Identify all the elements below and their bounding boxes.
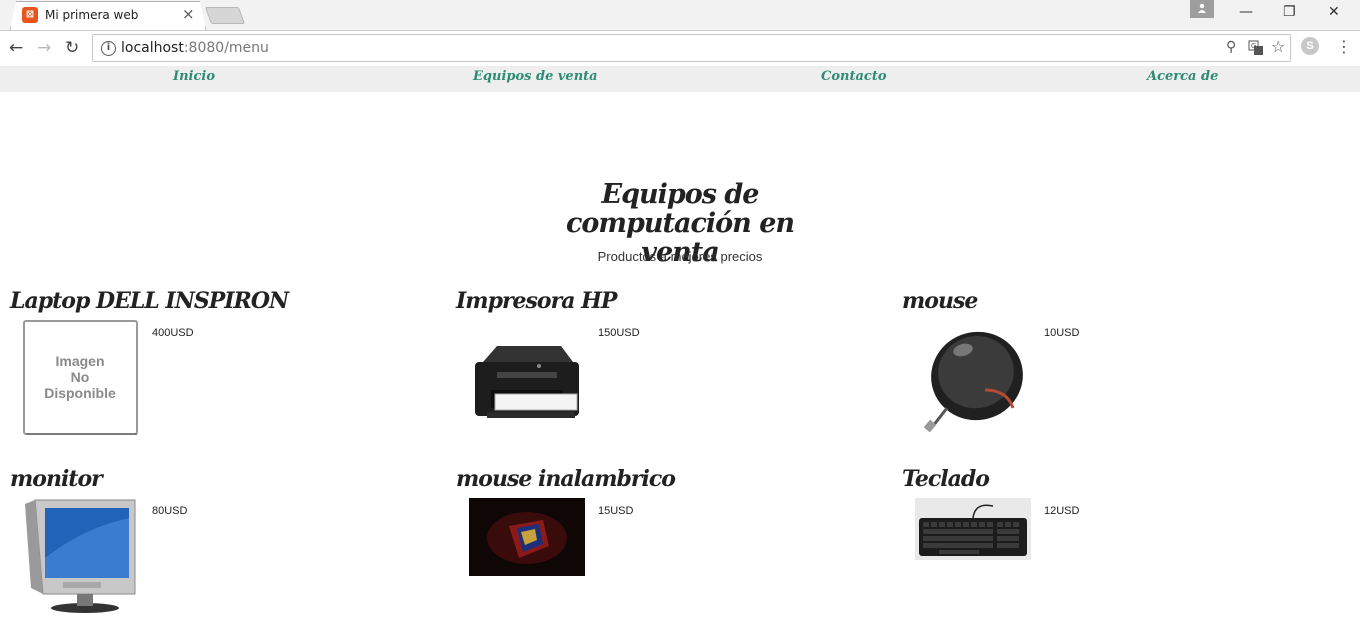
product-name: mouse inalambrico [456, 466, 676, 492]
bookmark-star-icon[interactable]: ☆ [1271, 37, 1285, 56]
product-card: monitor 80USD [10, 466, 450, 620]
product-price: 10USD [1044, 327, 1080, 339]
no-image-placeholder: Imagen No Disponible [23, 320, 138, 435]
product-card: Laptop DELL INSPIRON Imagen No Disponibl… [10, 288, 450, 458]
new-tab-button[interactable] [204, 7, 246, 24]
profile-button[interactable] [1190, 0, 1214, 18]
url-text[interactable]: localhost:8080/menu [121, 40, 269, 56]
printer-image [475, 346, 579, 418]
nav-link-inicio[interactable]: Inicio [173, 69, 215, 84]
product-card: mouse inalambrico 15USD [456, 466, 896, 620]
product-price: 15USD [598, 505, 634, 517]
product-card: mouse 10USD [902, 288, 1342, 458]
mouse-image [923, 331, 1023, 433]
product-name: mouse [902, 288, 978, 314]
tab-close-icon[interactable]: × [182, 5, 195, 23]
skype-extension-icon[interactable]: S [1301, 37, 1319, 55]
url-path: :8080/menu [183, 40, 269, 56]
product-card: Impresora HP 150USD [456, 288, 896, 458]
translate-icon[interactable]: G [1248, 40, 1264, 56]
site-navigation: Inicio Equipos de venta Contacto Acerca … [0, 66, 1360, 92]
tab-title[interactable]: Mi primera web [45, 8, 138, 22]
nav-link-equipos-de-venta[interactable]: Equipos de venta [473, 69, 598, 84]
keyboard-image [915, 498, 1031, 560]
page-subtitle: Productos a mejores precios [597, 249, 763, 264]
product-price: 150USD [598, 327, 640, 339]
user-icon [1198, 3, 1206, 13]
placeholder-line-1: Imagen [55, 353, 104, 369]
zoom-icon[interactable]: ⚲ [1226, 39, 1236, 55]
browser-titlebar: ⊠ Mi primera web × — ❐ ✕ [0, 0, 1360, 30]
product-price: 400USD [152, 327, 194, 339]
tab-favicon-icon: ⊠ [22, 7, 38, 23]
product-price: 12USD [1044, 505, 1080, 517]
product-card: Teclado 12USD [902, 466, 1342, 620]
back-icon[interactable]: ← [9, 38, 23, 58]
svg-text:G: G [1251, 42, 1256, 50]
product-name: Impresora HP [456, 288, 617, 314]
placeholder-line-3: Disponible [44, 385, 116, 401]
nav-link-acerca-de[interactable]: Acerca de [1147, 69, 1218, 84]
minimize-icon[interactable]: — [1239, 4, 1253, 20]
placeholder-line-2: No [71, 369, 90, 385]
browser-menu-icon[interactable]: ⋮ [1336, 37, 1352, 56]
forward-icon[interactable]: → [37, 38, 51, 58]
window-close-icon[interactable]: ✕ [1328, 4, 1340, 20]
wireless-mouse-image [469, 498, 585, 576]
info-icon[interactable]: i [101, 41, 116, 56]
product-name: Laptop DELL INSPIRON [10, 288, 289, 314]
product-price: 80USD [152, 505, 188, 517]
monitor-image [25, 499, 136, 613]
browser-toolbar: ← → ↻ i localhost:8080/menu ⚲ G ☆ S ⋮ [0, 30, 1360, 65]
product-name: monitor [10, 466, 103, 492]
restore-icon[interactable]: ❐ [1283, 4, 1296, 20]
reload-icon[interactable]: ↻ [65, 38, 79, 58]
product-name: Teclado [902, 466, 990, 492]
nav-link-contacto[interactable]: Contacto [821, 69, 887, 84]
url-host: localhost [121, 40, 184, 56]
address-bar[interactable]: i localhost:8080/menu ⚲ G ☆ [92, 34, 1291, 62]
